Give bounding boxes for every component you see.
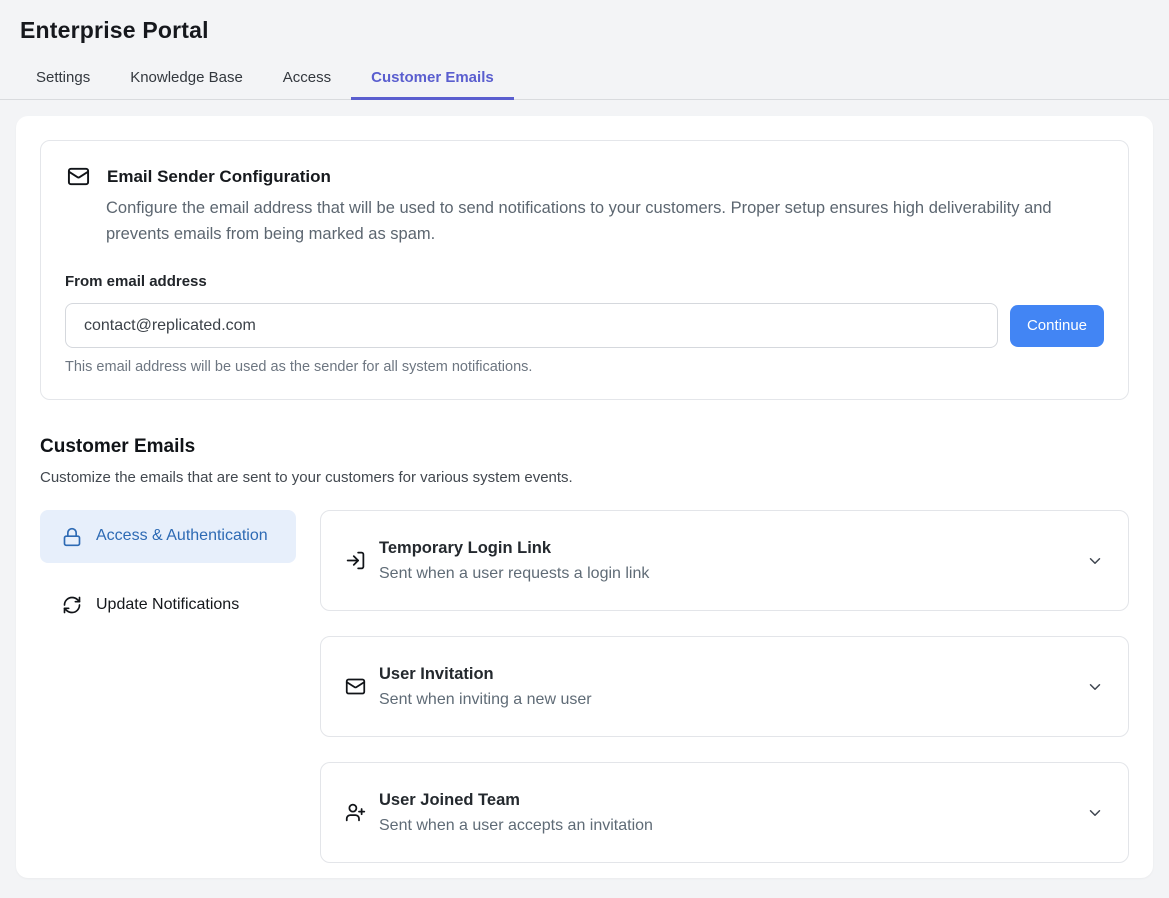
- tab-settings[interactable]: Settings: [16, 59, 110, 100]
- email-card-user-invitation[interactable]: User Invitation Sent when inviting a new…: [320, 636, 1129, 737]
- mail-icon: [67, 165, 90, 188]
- chevron-down-icon[interactable]: [1086, 552, 1104, 570]
- email-sender-configuration-card: Email Sender Configuration Configure the…: [40, 140, 1129, 400]
- sender-config-description: Configure the email address that will be…: [106, 196, 1086, 247]
- from-email-input[interactable]: [65, 303, 998, 348]
- customer-emails-description: Customize the emails that are sent to yo…: [40, 469, 1129, 486]
- from-email-label: From email address: [65, 273, 1104, 290]
- email-card-subtitle: Sent when a user requests a login link: [379, 565, 649, 583]
- tab-knowledge-base[interactable]: Knowledge Base: [110, 59, 263, 100]
- lock-icon: [62, 527, 82, 547]
- customer-emails-title: Customer Emails: [40, 436, 1129, 458]
- email-card-user-joined-team[interactable]: User Joined Team Sent when a user accept…: [320, 762, 1129, 863]
- sidebar-item-label: Update Notifications: [96, 596, 239, 614]
- chevron-down-icon[interactable]: [1086, 678, 1104, 696]
- sidebar-item-label: Access & Authentication: [96, 524, 268, 549]
- main-panel: Email Sender Configuration Configure the…: [16, 116, 1153, 878]
- sender-config-title: Email Sender Configuration: [107, 167, 331, 187]
- chevron-down-icon[interactable]: [1086, 804, 1104, 822]
- email-template-list: Temporary Login Link Sent when a user re…: [320, 510, 1129, 863]
- email-card-title: User Joined Team: [379, 791, 653, 810]
- email-card-title: Temporary Login Link: [379, 539, 649, 558]
- refresh-icon: [62, 595, 82, 615]
- tab-customer-emails[interactable]: Customer Emails: [351, 59, 514, 100]
- mail-icon: [345, 676, 366, 697]
- page-header: Enterprise Portal: [0, 0, 1169, 44]
- login-icon: [345, 550, 366, 571]
- email-card-subtitle: Sent when inviting a new user: [379, 691, 592, 709]
- email-card-subtitle: Sent when a user accepts an invitation: [379, 817, 653, 835]
- tab-bar: Settings Knowledge Base Access Customer …: [0, 59, 1169, 100]
- sidebar-item-update-notifications[interactable]: Update Notifications: [40, 581, 296, 629]
- email-category-sidebar: Access & Authentication Update Notificat…: [40, 510, 296, 863]
- page-title: Enterprise Portal: [20, 17, 1149, 44]
- continue-button[interactable]: Continue: [1010, 305, 1104, 347]
- from-email-helper-text: This email address will be used as the s…: [65, 359, 1104, 375]
- user-plus-icon: [345, 802, 366, 823]
- sidebar-item-access-authentication[interactable]: Access & Authentication: [40, 510, 296, 563]
- tab-access[interactable]: Access: [263, 59, 351, 100]
- email-card-title: User Invitation: [379, 665, 592, 684]
- email-card-temporary-login-link[interactable]: Temporary Login Link Sent when a user re…: [320, 510, 1129, 611]
